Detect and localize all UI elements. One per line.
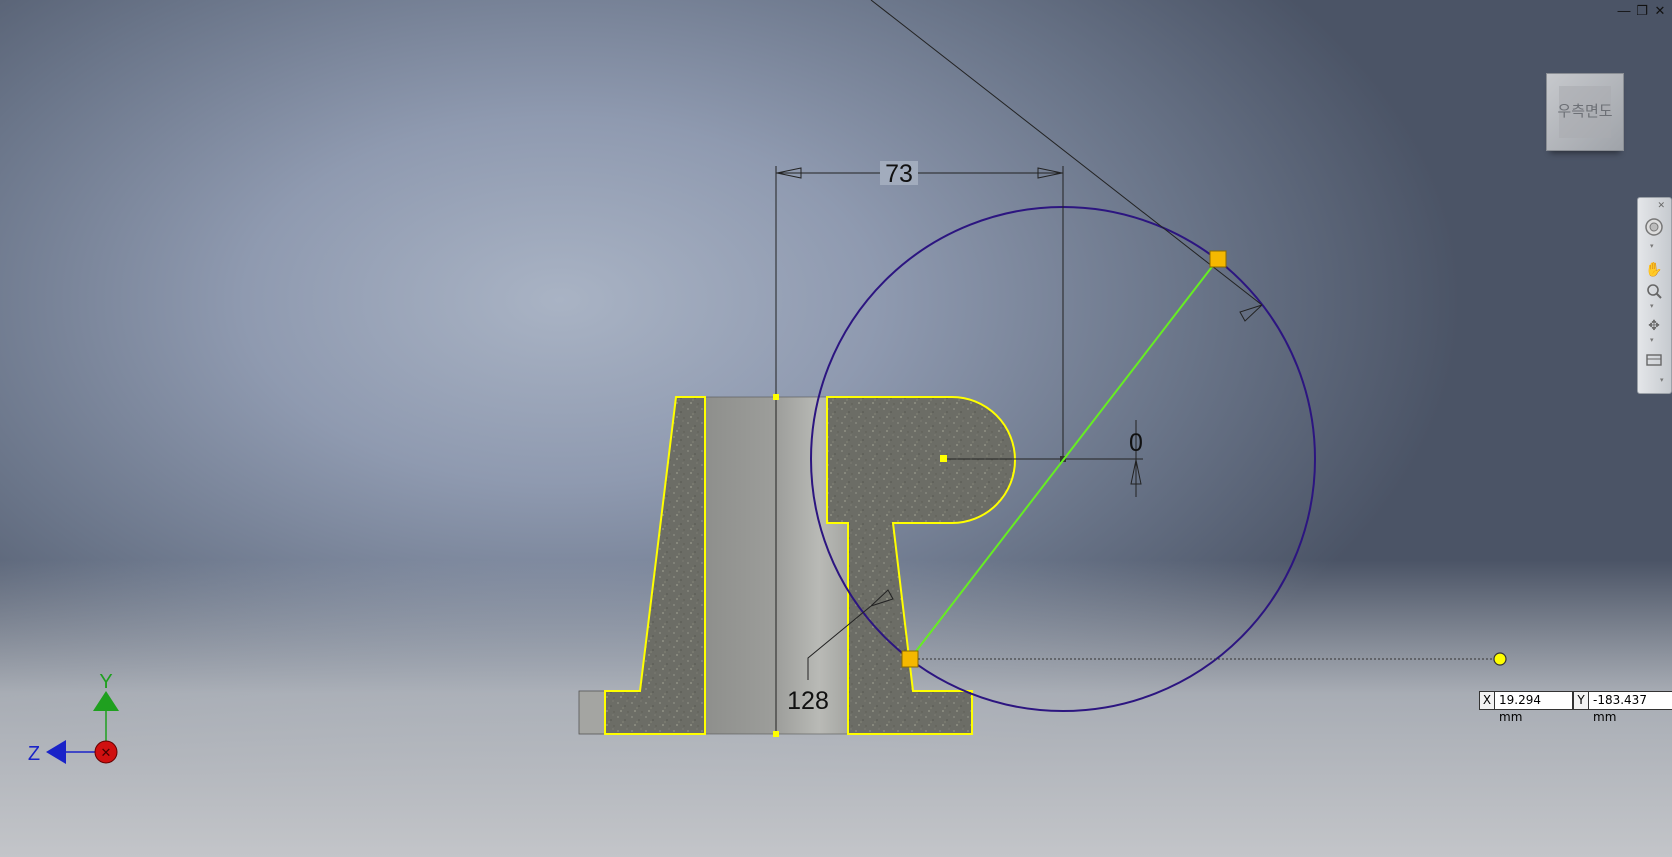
dim-horizontal-value[interactable]: 73 xyxy=(885,160,913,188)
y-coordinate-field[interactable]: -183.437 mm xyxy=(1589,691,1672,724)
arc-center-point[interactable] xyxy=(940,455,947,462)
axis-marker-top xyxy=(773,394,779,400)
viewcube-label: 우측면도 xyxy=(1557,102,1613,120)
x-coordinate-field[interactable]: 19.294 mm xyxy=(1495,691,1573,724)
cursor-point[interactable] xyxy=(1493,652,1507,666)
pan-hand-icon[interactable]: ✋ xyxy=(1643,260,1665,278)
view-face-icon[interactable] xyxy=(1643,350,1665,368)
navbar-close-icon[interactable]: ✕ xyxy=(1643,200,1665,210)
steering-wheel-dropdown-icon[interactable]: ▾ xyxy=(1650,242,1654,250)
orbit-icon[interactable]: ✥ xyxy=(1643,316,1665,334)
y-coordinate-label: Y xyxy=(1573,691,1589,710)
axis-y-arrow xyxy=(93,691,119,711)
x-coordinate-label: X xyxy=(1479,691,1495,710)
flange-stub xyxy=(578,690,606,735)
zoom-icon[interactable] xyxy=(1643,282,1665,300)
navbar-customize-icon[interactable]: ▾ xyxy=(1660,376,1664,384)
minimize-button[interactable]: — xyxy=(1616,4,1632,18)
graphics-viewport[interactable]: 73 0 128 ✕ Y Z — ❐ ✕ 우측면도 ✕ ▾ ✋ ▾ ✥ ▾ ▾ … xyxy=(0,0,1672,857)
coordinate-input: X 19.294 mm Y -183.437 mm xyxy=(1479,691,1672,724)
dim-vertical-value[interactable]: 0 xyxy=(1129,429,1143,457)
close-button[interactable]: ✕ xyxy=(1652,4,1668,18)
restore-button[interactable]: ❐ xyxy=(1634,4,1650,18)
zoom-dropdown-icon[interactable]: ▾ xyxy=(1650,302,1654,310)
viewcube[interactable]: 우측면도 xyxy=(1546,73,1624,151)
orbit-dropdown-icon[interactable]: ▾ xyxy=(1650,336,1654,344)
axis-x-cross-icon: ✕ xyxy=(101,746,112,761)
grip-point-top[interactable] xyxy=(1209,250,1227,268)
dim-diameter-arrow-top xyxy=(1239,304,1263,322)
dim-diameter-value[interactable]: 128 xyxy=(787,687,829,715)
grip-point-bottom[interactable] xyxy=(901,650,919,668)
axis-y-label: Y xyxy=(99,671,112,693)
right-section-profile[interactable] xyxy=(826,396,1016,735)
navigation-bar: ✕ ▾ ✋ ▾ ✥ ▾ ▾ xyxy=(1637,197,1672,394)
axis-z-arrow xyxy=(46,740,66,764)
left-section-profile[interactable] xyxy=(604,396,706,735)
steering-wheel-icon[interactable] xyxy=(1643,218,1665,236)
axis-z-label: Z xyxy=(28,743,40,765)
axis-marker-bottom xyxy=(773,731,779,737)
sketch-canvas[interactable]: 73 0 128 ✕ Y Z xyxy=(0,0,1672,857)
dim-diameter-line xyxy=(870,0,1263,306)
